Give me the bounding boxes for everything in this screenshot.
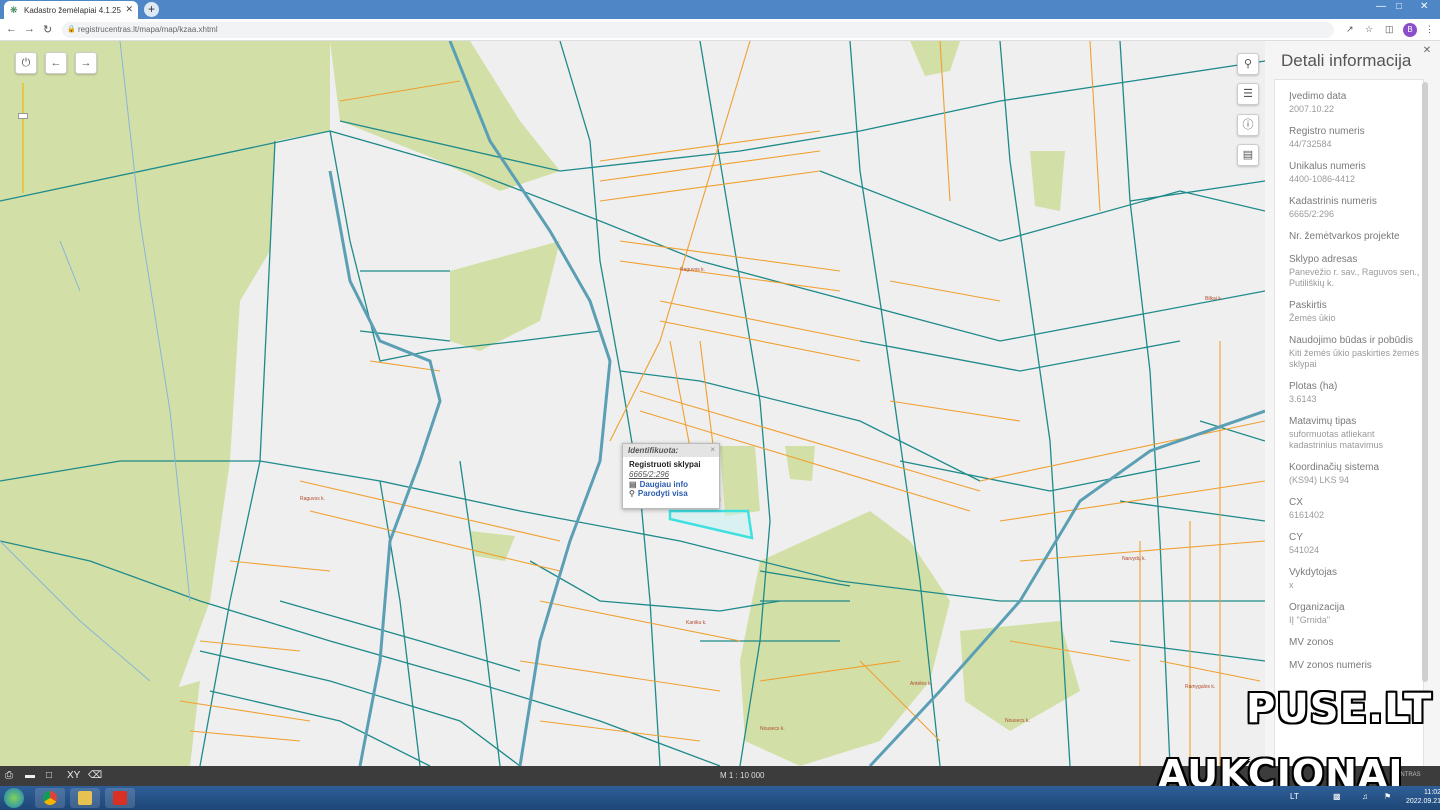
place-label: Kaniku k.	[686, 620, 707, 626]
chrome-icon	[43, 791, 57, 805]
profile-avatar[interactable]: B	[1403, 23, 1417, 37]
site-favicon-icon: ❋	[10, 5, 18, 15]
place-label: Ramygalos k.	[1185, 684, 1216, 690]
cadastral-map[interactable]: Raguvos k. Raguvos k. Kaniku k. Narvydų …	[0, 41, 1265, 766]
minimize-icon[interactable]: —	[1376, 1, 1386, 12]
print-icon[interactable]: ⎙	[5, 770, 13, 781]
place-label: Raguvos k.	[680, 267, 706, 273]
flag-icon[interactable]: ⚑	[1384, 792, 1391, 801]
place-label: Nousecs k.	[760, 726, 785, 732]
pdf-icon	[113, 791, 127, 805]
bookmark-star-icon[interactable]: ☆	[1365, 24, 1373, 35]
map-back-icon[interactable]: ←	[45, 52, 67, 74]
more-info-link[interactable]: ▤ Daugiau info	[623, 480, 719, 489]
detail-field: Kadastrinis numeris 6665/2:296	[1289, 196, 1377, 219]
search-icon[interactable]: ⚲	[1237, 53, 1259, 75]
popup-close-icon[interactable]: ×	[710, 445, 715, 454]
map-forward-icon[interactable]: →	[75, 52, 97, 74]
taskbar-chrome[interactable]	[35, 788, 65, 808]
detail-field: Registro numeris 44/732584	[1289, 126, 1365, 149]
place-label: Narvydų k.	[1122, 556, 1146, 562]
detail-field: Naudojimo būdas ir pobūdis Kiti žemės ūki…	[1289, 335, 1420, 369]
place-label: Antėlės k.	[910, 681, 932, 687]
reload-icon[interactable]: ↻	[43, 23, 52, 36]
address-bar: ← → ↻ 🔒 registrucentras.lt/mapa/map/kzaa…	[0, 19, 1440, 41]
taskbar-clock[interactable]: 11:02 2022.09.21	[1406, 788, 1440, 806]
volume-icon[interactable]: ♫	[1362, 792, 1368, 801]
details-panel: Detali informacija ✕ Įvedimo data 2007.10…	[1265, 41, 1440, 769]
detail-field: Nr. žemėtvarkos projekte	[1289, 231, 1400, 242]
back-arrow-icon[interactable]: ←	[6, 23, 17, 35]
coordinates-icon[interactable]: XY	[67, 770, 80, 781]
ruler-icon[interactable]: ▬	[25, 770, 35, 781]
detail-field: Organizacija IĮ "Grnida"	[1289, 602, 1345, 625]
detail-field: Vykdytojas x	[1289, 567, 1337, 590]
detail-field: CX 6161402	[1289, 497, 1325, 520]
detail-field: MV zonos numeris	[1289, 660, 1372, 671]
detail-field: Paskirtis Žemės ūkio	[1289, 300, 1336, 323]
taskbar-explorer[interactable]	[70, 788, 100, 808]
start-button[interactable]	[4, 788, 24, 808]
selected-parcel[interactable]	[668, 509, 754, 540]
folder-icon	[78, 791, 92, 805]
popup-header: Identifikuota:	[623, 444, 719, 457]
map-canvas[interactable]	[0, 41, 1265, 766]
panel-close-icon[interactable]: ✕	[1420, 45, 1434, 59]
layers-icon[interactable]: ☰	[1237, 83, 1259, 105]
url-field[interactable]: 🔒 registrucentras.lt/mapa/map/kzaa.xhtml	[62, 22, 1334, 38]
panel-title: Detali informacija	[1281, 51, 1412, 70]
window-close-icon[interactable]: ✕	[1420, 1, 1428, 12]
watermark-puse: PUSE.LT	[1246, 686, 1433, 732]
forward-arrow-icon[interactable]: →	[24, 23, 35, 35]
url-text: registrucentras.lt/mapa/map/kzaa.xhtml	[78, 25, 218, 34]
power-icon[interactable]: ⏻	[15, 52, 37, 74]
share-icon[interactable]: ↗	[1346, 24, 1354, 35]
sidebar-toggle-icon[interactable]: ◫	[1385, 24, 1394, 35]
detail-field: MV zonos	[1289, 637, 1334, 648]
browser-tab-strip: ❋ Kadastro žemėlapiai 4.1.25 ✕ + — □ ✕	[0, 0, 1440, 19]
place-label: Nousecs k.	[1005, 718, 1030, 724]
map-scale: M 1 : 10 000	[720, 771, 765, 780]
tab-title: Kadastro žemėlapiai 4.1.25	[24, 6, 121, 15]
taskbar-pdf[interactable]	[105, 788, 135, 808]
measure-area-icon[interactable]: □	[46, 770, 52, 781]
parcel-id-link[interactable]: 6665/2:296	[623, 469, 719, 480]
zoom-icon: ⚲	[629, 489, 635, 498]
detail-field: CY 541024	[1289, 532, 1320, 555]
identify-popup: Identifikuota: × Registruoti sklypai 666…	[622, 443, 720, 509]
parcel-boundaries-orange	[179, 41, 1265, 766]
browser-tab[interactable]: ❋ Kadastro žemėlapiai 4.1.25 ✕	[4, 1, 138, 19]
maximize-icon[interactable]: □	[1396, 1, 1402, 12]
lock-icon: 🔒	[67, 26, 76, 33]
eraser-icon[interactable]: ⌫	[88, 770, 102, 781]
panel-scrollbar[interactable]	[1422, 82, 1428, 682]
detail-field: Matavimų tipas suformuotas atliekant kada…	[1289, 416, 1384, 450]
info-icon[interactable]: ⓘ	[1237, 114, 1259, 136]
new-tab-button[interactable]: +	[144, 2, 159, 17]
detail-field: Unikalus numeris 4400-1086-4412	[1289, 161, 1366, 184]
show-all-link[interactable]: ⚲ Parodyti visa	[623, 489, 719, 498]
zoom-track[interactable]	[22, 83, 24, 193]
zoom-slider[interactable]	[18, 83, 28, 193]
details-card: Įvedimo data 2007.10.22 Registro numeris 4…	[1274, 79, 1424, 769]
detail-field: Plotas (ha) 3.6143	[1289, 381, 1338, 404]
browser-menu-icon[interactable]: ⋮	[1425, 24, 1434, 35]
place-label: Bilkai k.	[1205, 296, 1223, 302]
detail-field: Sklypo adresas Panevėžio r. sav., Raguvos…	[1289, 254, 1420, 288]
document-icon[interactable]: ▤	[1237, 144, 1259, 166]
forest-areas	[0, 41, 1080, 766]
popup-title: Registruoti sklypai	[629, 460, 701, 469]
language-indicator[interactable]: LT	[1290, 792, 1299, 801]
document-icon: ▤	[629, 480, 637, 489]
zoom-thumb[interactable]	[18, 113, 28, 119]
detail-field: Koordinačių sistema (KS94) LKS 94	[1289, 462, 1380, 485]
close-tab-icon[interactable]: ✕	[125, 4, 133, 15]
network-icon[interactable]: ▩	[1333, 792, 1341, 801]
detail-field: Įvedimo data 2007.10.22	[1289, 91, 1347, 114]
windows-taskbar: LT ▩ ♫ ⚑ 11:02 2022.09.21	[0, 786, 1440, 810]
place-label: Raguvos k.	[300, 496, 326, 502]
